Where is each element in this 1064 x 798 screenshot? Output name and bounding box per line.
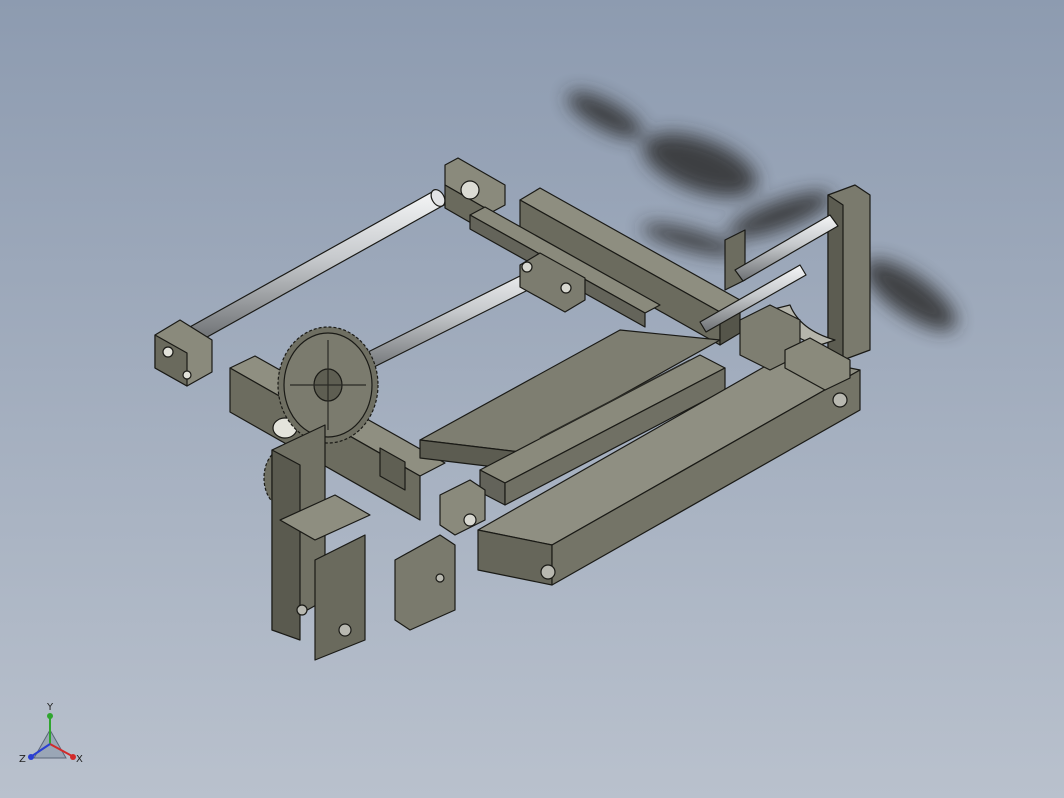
coordinate-triad: Y X Z <box>19 702 83 765</box>
z-axis-tip <box>28 754 34 760</box>
large-spur-gear[interactable] <box>277 326 379 444</box>
z-axis-label: Z <box>19 754 26 765</box>
guide-rod-upper[interactable] <box>187 187 448 342</box>
center-pillow-block[interactable] <box>439 479 486 536</box>
y-axis-tip <box>47 713 53 719</box>
cad-graphics-area[interactable] <box>0 0 1064 798</box>
x-axis-label: X <box>76 754 83 765</box>
y-axis-label: Y <box>46 702 54 713</box>
